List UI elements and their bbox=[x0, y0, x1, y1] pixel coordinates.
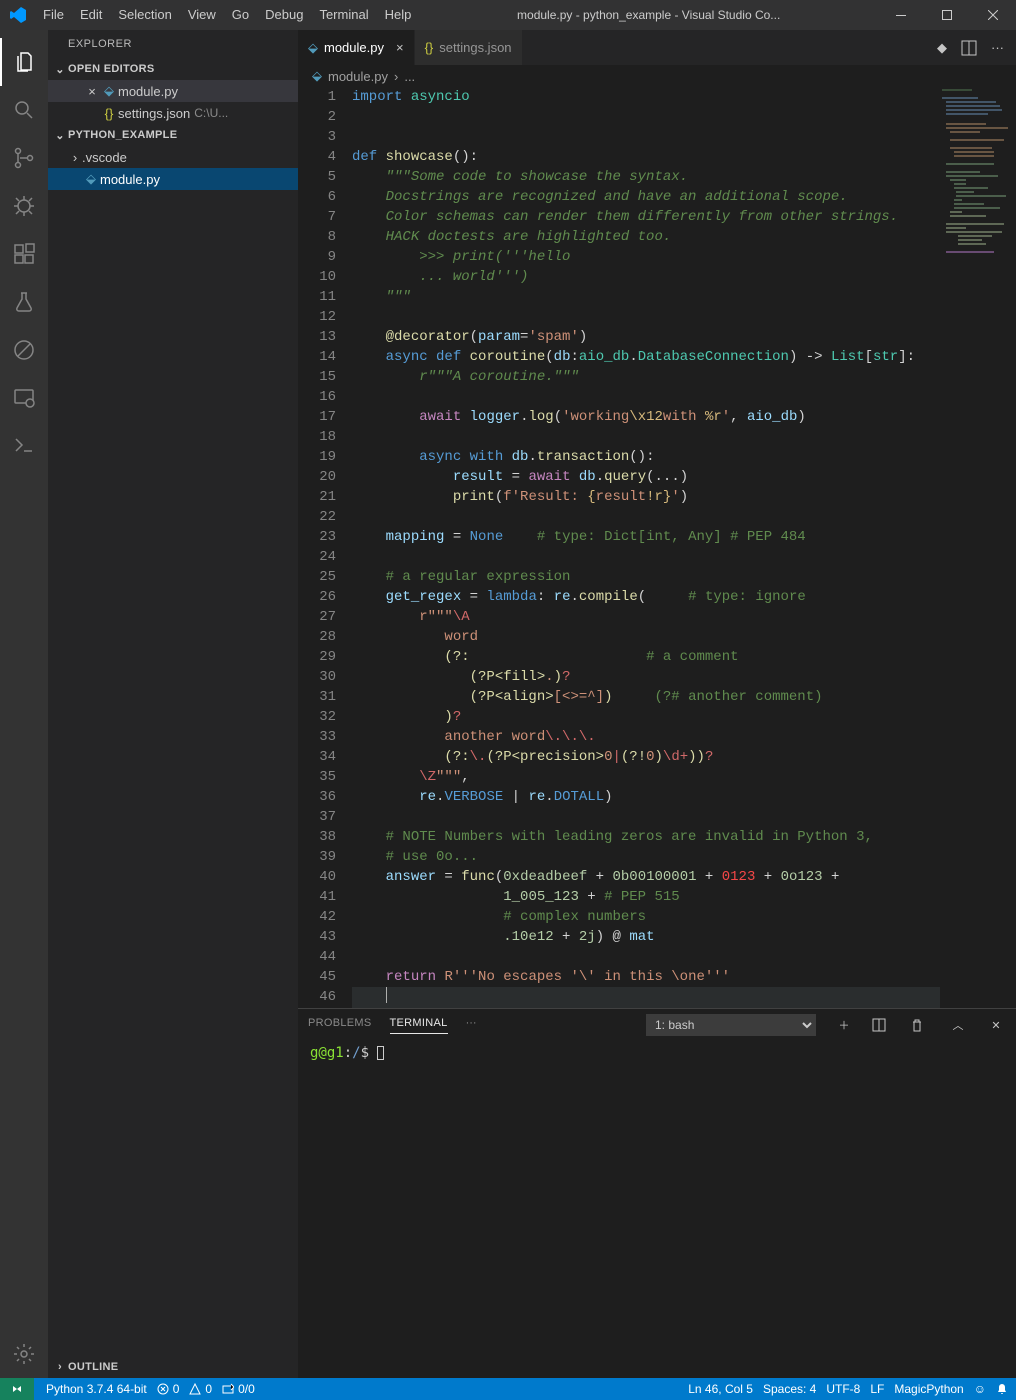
menu-bar: FileEditSelectionViewGoDebugTerminalHelp bbox=[35, 0, 419, 30]
editor-group: ⬙module.py×{}settings.json ◆ ··· ⬙ modul… bbox=[298, 30, 1016, 1378]
status-errors[interactable]: 0 bbox=[157, 1382, 180, 1396]
split-editor-icon[interactable] bbox=[961, 40, 977, 56]
json-file-icon: {} bbox=[425, 40, 434, 55]
line-gutter: 1234567891011121314151617181920212223242… bbox=[298, 87, 352, 1008]
chevron-right-icon: › bbox=[52, 1361, 68, 1373]
terminal-path: / bbox=[352, 1045, 360, 1061]
chevron-up-icon[interactable]: ︿ bbox=[948, 1017, 968, 1033]
breadcrumb-more: ... bbox=[404, 69, 415, 84]
menu-edit[interactable]: Edit bbox=[72, 0, 110, 30]
remote-explorer-icon[interactable] bbox=[0, 374, 48, 422]
panel-tab-terminal[interactable]: TERMINAL bbox=[390, 1017, 448, 1034]
extensions-icon[interactable] bbox=[0, 230, 48, 278]
circle-slash-icon[interactable] bbox=[0, 326, 48, 374]
main: EXPLORER ⌄OPEN EDITORS ×⬙module.py{}sett… bbox=[0, 30, 1016, 1378]
code-editor[interactable]: 1234567891011121314151617181920212223242… bbox=[298, 87, 1016, 1008]
search-icon[interactable] bbox=[0, 86, 48, 134]
test-icon[interactable] bbox=[0, 278, 48, 326]
json-file-icon: {} bbox=[100, 106, 118, 121]
menu-go[interactable]: Go bbox=[224, 0, 257, 30]
status-python[interactable]: Python 3.7.4 64-bit bbox=[46, 1382, 147, 1396]
sidebar: EXPLORER ⌄OPEN EDITORS ×⬙module.py{}sett… bbox=[48, 30, 298, 1378]
status-indentation[interactable]: Spaces: 4 bbox=[763, 1382, 816, 1396]
debug-icon[interactable] bbox=[0, 182, 48, 230]
python-file-icon: ⬙ bbox=[82, 171, 100, 187]
minimap[interactable] bbox=[940, 87, 1016, 1008]
new-terminal-icon[interactable]: ＋ bbox=[834, 1017, 854, 1033]
more-icon[interactable]: ··· bbox=[991, 40, 1004, 55]
folder-header[interactable]: ⌄PYTHON_EXAMPLE bbox=[48, 124, 298, 146]
remote-indicator[interactable] bbox=[0, 1378, 34, 1400]
close-button[interactable] bbox=[970, 0, 1016, 30]
tab-bar: ⬙module.py×{}settings.json ◆ ··· bbox=[298, 30, 1016, 65]
settings-gear-icon[interactable] bbox=[0, 1330, 48, 1378]
python-file-icon: ⬙ bbox=[308, 40, 318, 56]
panel-tab-problems[interactable]: PROBLEMS bbox=[308, 1017, 372, 1033]
tree-item[interactable]: ›.vscode bbox=[48, 146, 298, 168]
explorer-icon[interactable] bbox=[0, 38, 48, 86]
menu-file[interactable]: File bbox=[35, 0, 72, 30]
menu-view[interactable]: View bbox=[180, 0, 224, 30]
status-ports[interactable]: 0/0 bbox=[222, 1382, 255, 1396]
terminal-user: g@g1 bbox=[310, 1045, 344, 1061]
open-editor-item[interactable]: ×⬙module.py bbox=[48, 80, 298, 102]
split-terminal-icon[interactable] bbox=[872, 1018, 892, 1032]
terminal-cursor bbox=[377, 1046, 384, 1060]
open-editors-header[interactable]: ⌄OPEN EDITORS bbox=[48, 58, 298, 80]
vscode-logo-icon bbox=[0, 7, 35, 23]
terminal-activity-icon[interactable] bbox=[0, 422, 48, 470]
bell-icon[interactable] bbox=[996, 1383, 1008, 1395]
close-panel-icon[interactable]: ✕ bbox=[986, 1019, 1006, 1032]
chevron-down-icon: ⌄ bbox=[52, 63, 68, 76]
breadcrumb[interactable]: ⬙ module.py › ... bbox=[298, 65, 1016, 87]
python-file-icon: ⬙ bbox=[100, 83, 118, 99]
status-warnings[interactable]: 0 bbox=[189, 1382, 212, 1396]
panel-tabs: PROBLEMS TERMINAL ··· 1: bash ＋ ︿ ✕ bbox=[298, 1009, 1016, 1041]
breadcrumb-file: module.py bbox=[328, 69, 388, 84]
terminal-select[interactable]: 1: bash bbox=[646, 1014, 816, 1036]
minimize-button[interactable] bbox=[878, 0, 924, 30]
menu-terminal[interactable]: Terminal bbox=[311, 0, 376, 30]
editor-tab[interactable]: ⬙module.py× bbox=[298, 30, 415, 65]
compare-icon[interactable]: ◆ bbox=[937, 40, 947, 56]
sidebar-title: EXPLORER bbox=[48, 30, 298, 58]
maximize-button[interactable] bbox=[924, 0, 970, 30]
code-content[interactable]: import asyncio def showcase(): """Some c… bbox=[352, 87, 940, 1008]
python-file-icon: ⬙ bbox=[312, 68, 322, 84]
menu-selection[interactable]: Selection bbox=[110, 0, 179, 30]
panel-more-icon[interactable]: ··· bbox=[466, 1017, 477, 1033]
source-control-icon[interactable] bbox=[0, 134, 48, 182]
window-title: module.py - python_example - Visual Stud… bbox=[419, 8, 878, 22]
close-icon[interactable]: × bbox=[84, 84, 100, 99]
editor-tab[interactable]: {}settings.json bbox=[415, 30, 523, 65]
chevron-right-icon: › bbox=[68, 150, 82, 165]
titlebar: FileEditSelectionViewGoDebugTerminalHelp… bbox=[0, 0, 1016, 30]
activity-bar bbox=[0, 30, 48, 1378]
window-controls bbox=[878, 0, 1016, 30]
chevron-down-icon: ⌄ bbox=[52, 129, 68, 142]
terminal-content[interactable]: g@g1:/$ bbox=[298, 1041, 1016, 1378]
close-tab-icon[interactable]: × bbox=[396, 40, 404, 55]
panel: PROBLEMS TERMINAL ··· 1: bash ＋ ︿ ✕ g@g1… bbox=[298, 1008, 1016, 1378]
status-bar: Python 3.7.4 64-bit 0 0 0/0 Ln 46, Col 5… bbox=[0, 1378, 1016, 1400]
open-editor-item[interactable]: {}settings.jsonC:\U... bbox=[48, 102, 298, 124]
status-encoding[interactable]: UTF-8 bbox=[826, 1382, 860, 1396]
status-eol[interactable]: LF bbox=[870, 1382, 884, 1396]
menu-debug[interactable]: Debug bbox=[257, 0, 311, 30]
outline-header[interactable]: ›OUTLINE bbox=[48, 1356, 298, 1378]
status-language[interactable]: MagicPython bbox=[894, 1382, 963, 1396]
trash-icon[interactable] bbox=[910, 1018, 930, 1032]
menu-help[interactable]: Help bbox=[377, 0, 420, 30]
tree-item[interactable]: ⬙module.py bbox=[48, 168, 298, 190]
status-cursor[interactable]: Ln 46, Col 5 bbox=[688, 1382, 753, 1396]
feedback-icon[interactable]: ☺ bbox=[974, 1382, 986, 1396]
